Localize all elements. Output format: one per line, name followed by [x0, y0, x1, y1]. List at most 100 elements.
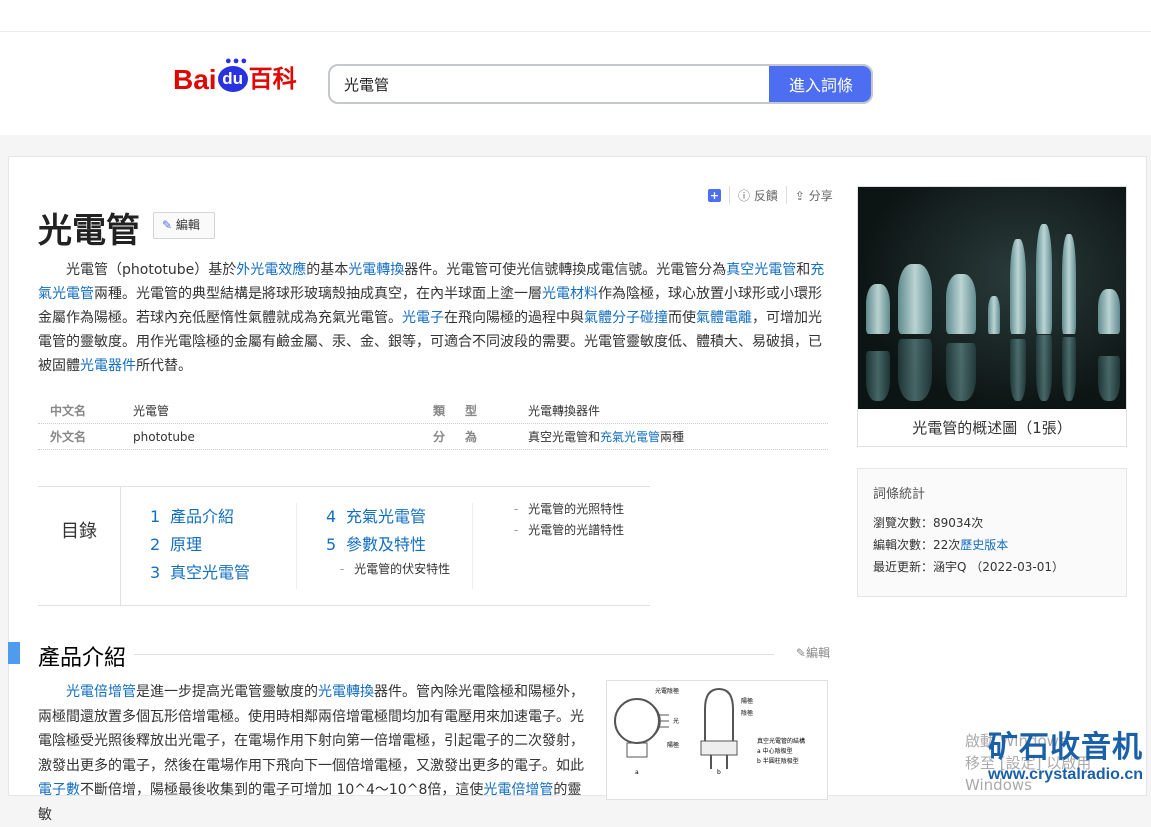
inline-link[interactable]: 光電材料: [542, 286, 598, 302]
inline-link[interactable]: 光電轉換: [318, 684, 374, 700]
figure-label: 真空光電管的結構: [757, 737, 805, 745]
logo-bai: Bai: [173, 64, 217, 95]
edit-label: 編輯: [805, 646, 830, 660]
infobox-row: 中文名 光電管 類 型 光電轉換器件: [38, 398, 828, 424]
edits-row: 編輯次數：22次歷史版本: [873, 534, 1111, 556]
text-segment: 不斷倍增，陽極最後收集到的電子可增加 10^4～10^8倍，這使: [80, 782, 484, 798]
edits-label: 編輯次數：: [873, 538, 934, 552]
section-bar: [8, 642, 20, 664]
intro-paragraph: 光電管（phototube）基於外光電效應的基本光電轉換器件。光電管可使光信號轉…: [38, 258, 828, 378]
inline-link[interactable]: 真空光電管: [726, 262, 796, 278]
figure-label: b 半圓柱陰极型: [757, 757, 799, 765]
views-row: 瀏覽次數：89034次: [873, 512, 1111, 534]
watermark-url: www.crystalradio.cn: [987, 766, 1143, 783]
text-segment: 光電管（phototube）基於: [66, 262, 237, 278]
divider: [785, 186, 787, 204]
stats-title: 詞條統計: [873, 487, 926, 502]
search-input[interactable]: [330, 66, 760, 102]
inline-link[interactable]: 光電子: [402, 310, 444, 326]
table-of-contents: 目錄 1 產品介紹 2 原理 3 真空光電管 4 充氣光電管 5 參數及特性光電管的伏安特性 光…: [38, 486, 650, 606]
infobox-key: 分 為: [433, 430, 482, 444]
page-title: 光電管: [38, 211, 140, 251]
toc-item[interactable]: 2 原理: [150, 531, 250, 559]
section-paragraph: 光電倍增管是進一步提高光電管靈敏度的光電轉換器件。管內除光電陰極和陽極外，兩極間…: [38, 680, 593, 827]
phototube-structure-diagram: 光電陰極 光 陽極 陽極 陰極 真空光電管的結構 a 中心陰极型 b 半圓柱陰极…: [614, 687, 805, 776]
text-segment: 而使: [668, 310, 696, 326]
updated-value: 涵宇Q （2022-03-01）: [933, 560, 1065, 574]
infobox-key: 外文名: [50, 430, 87, 444]
divider: [296, 503, 297, 589]
feedback-label: 反饋: [753, 188, 778, 203]
infobox: 中文名 光電管 類 型 光電轉換器件 外文名 phototube 分 為 真空光電管和充…: [38, 398, 828, 450]
inline-link[interactable]: 氣體分子碰撞: [584, 310, 668, 326]
toc-number: 5: [326, 535, 337, 554]
text-segment: 真空光電管和: [528, 430, 601, 444]
inline-link[interactable]: 氣體電離: [696, 310, 752, 326]
inline-link[interactable]: 充氣光電管: [600, 430, 660, 444]
text-segment: 兩種。光電管的典型結構是將球形玻璃殼抽成真空，在內半球面上塗一層: [94, 286, 542, 302]
infobox-value: 光電管: [133, 404, 170, 418]
infobox-value: 真空光電管和充氣光電管兩種: [528, 424, 828, 449]
text-segment: 是進一步提高光電管靈敏度的: [136, 684, 318, 700]
toc-subitem[interactable]: 光電管的伏安特性: [340, 559, 450, 580]
inline-link[interactable]: 外光電效應: [236, 262, 306, 278]
watermark: 矿石收音机 www.crystalradio.cn: [988, 722, 1143, 784]
infobox-value: phototube: [133, 430, 195, 444]
toc-title: 產品介紹: [170, 507, 235, 526]
figure-label: 光: [673, 717, 679, 725]
toc-title: 原理: [170, 535, 203, 554]
feedback-button[interactable]: ⓘ 反饋: [738, 187, 778, 204]
toc-column: 光電管的光照特性光電管的光譜特性: [514, 499, 624, 541]
share-button[interactable]: ⇪ 分享: [795, 187, 833, 204]
figure-label: 光電陰極: [655, 687, 679, 695]
toc-item[interactable]: 1 產品介紹: [150, 503, 250, 531]
photo-caption[interactable]: 光電管的概述圖（1張）: [858, 409, 1126, 447]
text-segment: 所代替。: [136, 358, 192, 374]
infobox-key: 類 型: [433, 404, 482, 418]
enter-entry-button[interactable]: 進入詞條: [769, 66, 871, 102]
inline-link[interactable]: 光電倍增管: [66, 684, 136, 700]
divider: [472, 503, 473, 589]
toc-item[interactable]: 3 真空光電管: [150, 559, 250, 587]
text-segment: 在飛向陽極的過程中與: [444, 310, 584, 326]
inline-link[interactable]: 光電器件: [80, 358, 136, 374]
toc-number: 1: [150, 507, 161, 526]
toc-item[interactable]: 5 參數及特性: [326, 531, 450, 559]
section-edit-button[interactable]: ✎編輯: [796, 644, 830, 661]
toc-column: 4 充氣光電管 5 參數及特性光電管的伏安特性: [326, 503, 450, 580]
text-segment: 的基本: [306, 262, 349, 278]
diagram-figure[interactable]: 光電陰極 光 陽極 陽極 陰極 真空光電管的結構 a 中心陰极型 b 半圓柱陰极…: [606, 680, 828, 800]
search-box: 進入詞條: [328, 64, 873, 104]
top-bar: [0, 0, 1151, 32]
history-version-link[interactable]: 歷史版本: [960, 538, 1008, 552]
inline-link[interactable]: 光電倍增管: [483, 782, 553, 798]
toc-number: 3: [150, 563, 161, 582]
infobox-key: 中文名: [50, 404, 87, 418]
share-label: 分享: [808, 188, 833, 203]
add-icon[interactable]: +: [708, 188, 721, 202]
toc-title: 充氣光電管: [346, 507, 427, 526]
views-count: 89034次: [933, 516, 984, 530]
toc-subitem[interactable]: 光電管的光照特性: [514, 499, 624, 520]
toc-subitem[interactable]: 光電管的光譜特性: [514, 520, 624, 541]
baidu-baike-logo[interactable]: Baidu百科: [173, 48, 297, 96]
text-segment: 光電轉換器件: [528, 404, 601, 418]
text-segment: 器件。光電管可使光信號轉換成電信號。光電管分為: [404, 262, 727, 278]
section-header: 產品介紹 ✎編輯: [8, 640, 830, 671]
summary-image[interactable]: 光電管的概述圖（1張）: [857, 186, 1127, 447]
figure-label: 陰極: [741, 709, 753, 717]
edit-button[interactable]: ✎ 編輯: [153, 212, 215, 239]
inline-link[interactable]: 光電轉換: [348, 262, 404, 278]
figure-label: 陽極: [667, 741, 679, 749]
toc-number: 4: [326, 507, 337, 526]
info-circle-icon: ⓘ: [738, 188, 751, 203]
figure-label: b: [717, 769, 721, 776]
article-actions: + ⓘ 反饋 ⇪ 分享: [708, 186, 833, 204]
pencil-icon: ✎: [162, 218, 173, 232]
entry-statistics: 詞條統計 瀏覽次數：89034次 編輯次數：22次歷史版本 最近更新：涵宇Q （…: [857, 468, 1127, 597]
toc-item[interactable]: 4 充氣光電管: [326, 503, 450, 531]
phototube-photo: [858, 187, 1126, 409]
inline-link[interactable]: 電子數: [38, 782, 80, 798]
figure-label: 陽極: [741, 697, 753, 705]
share-icon: ⇪: [794, 188, 805, 203]
